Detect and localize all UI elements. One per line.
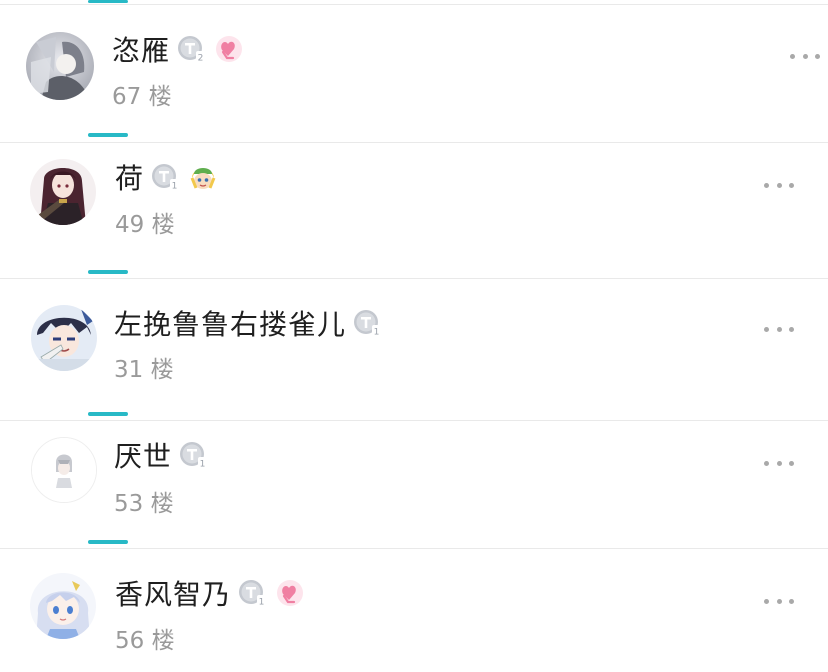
avatar[interactable] [30,159,96,225]
list-item[interactable]: 荷 1 49 楼 [0,142,828,276]
more-options-icon[interactable] [790,51,820,61]
svg-text:1: 1 [172,182,178,192]
hand-heart-icon [214,34,244,64]
list-item[interactable]: 香风智乃 1 56 楼 [0,548,828,672]
floor-number: 67 楼 [112,84,172,110]
level-badge-t2-icon: 2 [177,34,207,64]
level-badge-t1-icon: 1 [353,308,383,338]
svg-text:2: 2 [198,54,204,64]
floor-number: 56 楼 [115,628,175,654]
more-options-icon[interactable] [764,324,794,334]
level-badge-t1-icon: 1 [238,578,268,608]
avatar[interactable] [30,573,96,639]
section-indicator [88,270,128,274]
username[interactable]: 香风智乃 [115,573,231,613]
cartoon-avatar-icon [188,162,218,192]
floor-number: 49 楼 [115,212,175,238]
list-item[interactable]: 左挽鲁鲁右搂雀儿 1 31 楼 [0,278,828,419]
svg-text:1: 1 [259,598,265,608]
username[interactable]: 恣雁 [112,29,170,69]
section-indicator [88,0,128,3]
username[interactable]: 左挽鲁鲁右搂雀儿 [114,303,346,343]
svg-text:1: 1 [374,328,380,338]
avatar[interactable] [31,437,97,503]
more-options-icon[interactable] [764,596,794,606]
reply-user-list: 恣雁 2 67 楼 荷 1 49 楼 左挽鲁鲁右搂雀儿 1 31 楼 厌世 1 … [0,0,828,672]
avatar[interactable] [26,32,94,100]
list-item[interactable]: 厌世 1 53 楼 [0,420,828,547]
username[interactable]: 厌世 [114,435,172,475]
hand-heart-icon [275,578,305,608]
level-badge-t1-icon: 1 [151,162,181,192]
list-item[interactable]: 恣雁 2 67 楼 [0,4,828,139]
level-badge-t1-icon: 1 [179,440,209,470]
section-indicator [88,133,128,137]
username[interactable]: 荷 [115,157,144,197]
svg-text:1: 1 [200,460,206,470]
more-options-icon[interactable] [764,180,794,190]
floor-number: 53 楼 [114,491,174,517]
section-indicator [88,412,128,416]
more-options-icon[interactable] [764,458,794,468]
avatar[interactable] [31,305,97,371]
section-indicator [88,540,128,544]
floor-number: 31 楼 [114,357,174,383]
